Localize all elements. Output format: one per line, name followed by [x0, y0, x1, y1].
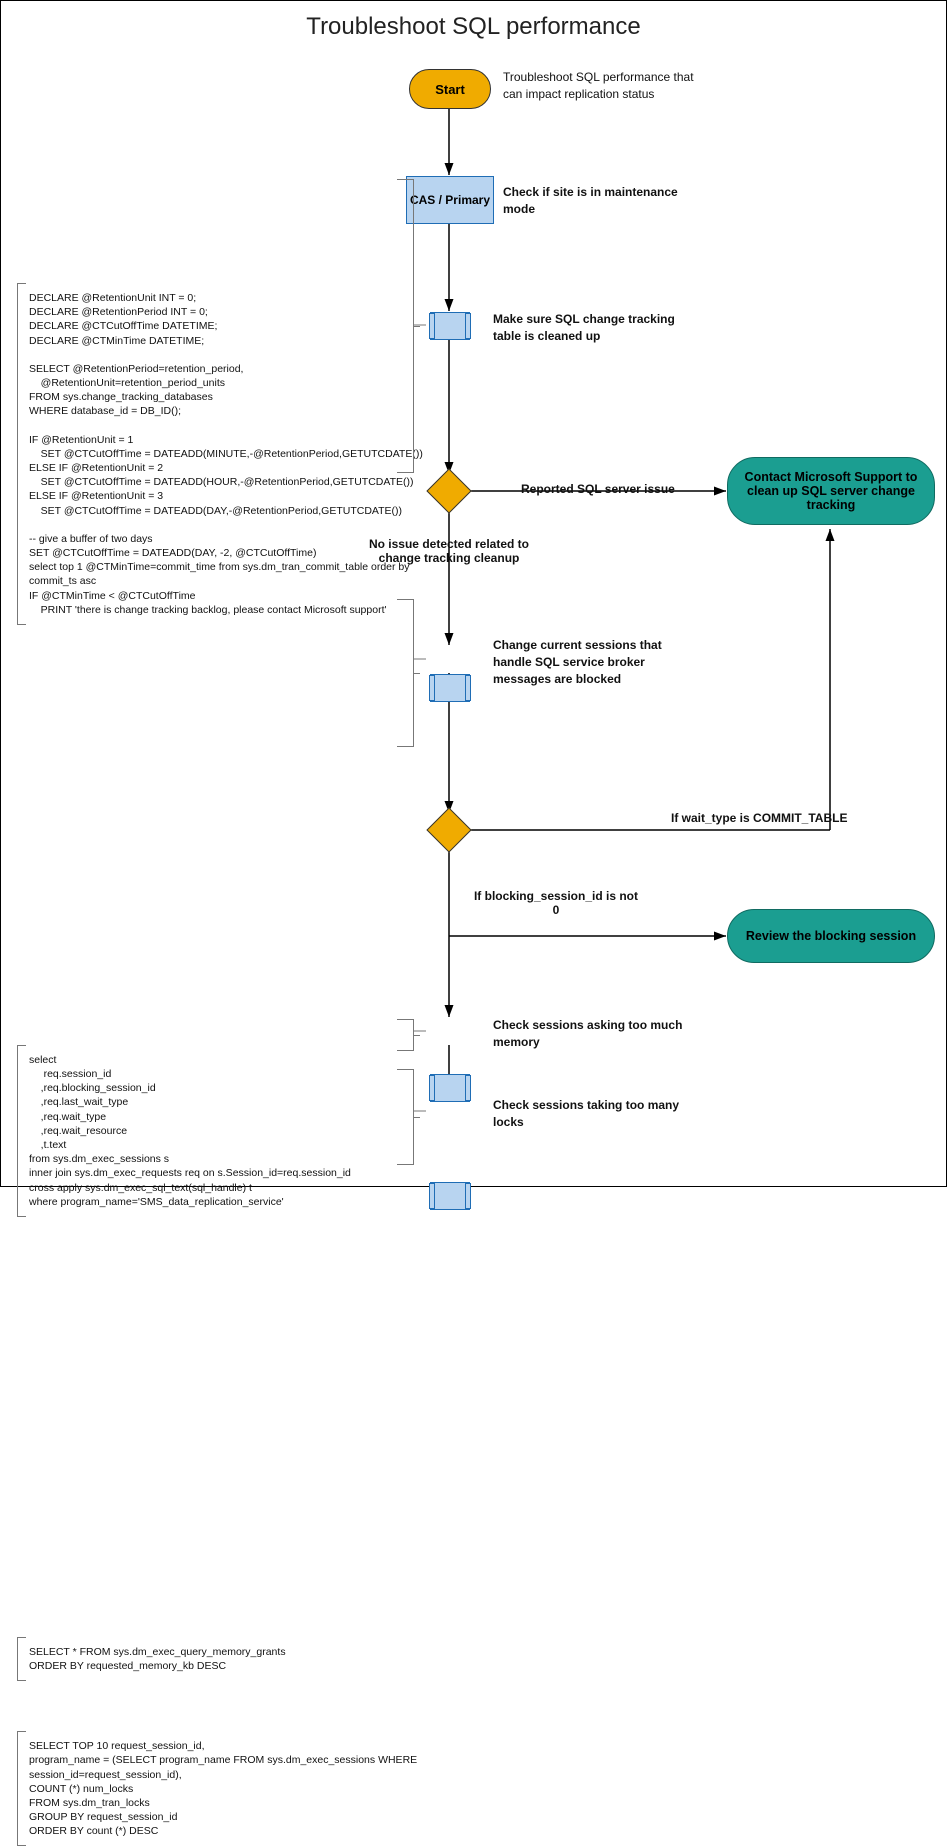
sub1-note: Make sure SQL change tracking table is c…: [493, 311, 693, 345]
code-block-1: DECLARE @RetentionUnit INT = 0; DECLARE …: [17, 283, 415, 625]
brace-4: [397, 1069, 414, 1165]
code-block-4: SELECT TOP 10 request_session_id, progra…: [17, 1731, 415, 1846]
sub2-note: Change current sessions that handle SQL …: [493, 637, 703, 687]
start-node: Start: [409, 69, 491, 109]
brace-1: [397, 179, 414, 473]
sub-node-change-tracking: [430, 312, 470, 340]
flowchart-canvas: Troubleshoot SQL performance Start Troub…: [0, 0, 947, 1187]
sub-node-sessions-blocked: [430, 674, 470, 702]
cas-primary-node: CAS / Primary: [406, 176, 494, 224]
brace-3: [397, 1019, 414, 1051]
brace-2: [397, 599, 414, 747]
d2-right-label: If wait_type is COMMIT_TABLE: [671, 811, 871, 825]
code-block-3: SELECT * FROM sys.dm_exec_query_memory_g…: [17, 1637, 415, 1681]
decision-wait-type: [426, 807, 471, 852]
code-block-2: select req.session_id ,req.blocking_sess…: [17, 1045, 415, 1217]
cas-note: Check if site is in maintenance mode: [503, 184, 683, 218]
decision-sql-issue: [426, 468, 471, 513]
sub4-note: Check sessions taking too many locks: [493, 1097, 693, 1131]
sub-node-locks: [430, 1182, 470, 1210]
terminal-review-blocking: Review the blocking session: [727, 909, 935, 963]
page-title: Troubleshoot SQL performance: [1, 13, 946, 41]
terminal-contact-support: Contact Microsoft Support to clean up SQ…: [727, 457, 935, 525]
d2-down-label: If blocking_session_id is not 0: [471, 889, 641, 917]
sub-node-memory: [430, 1074, 470, 1102]
start-note: Troubleshoot SQL performance that can im…: [503, 69, 703, 103]
d1-right-label: Reported SQL server issue: [521, 482, 675, 496]
sub3-note: Check sessions asking too much memory: [493, 1017, 693, 1051]
